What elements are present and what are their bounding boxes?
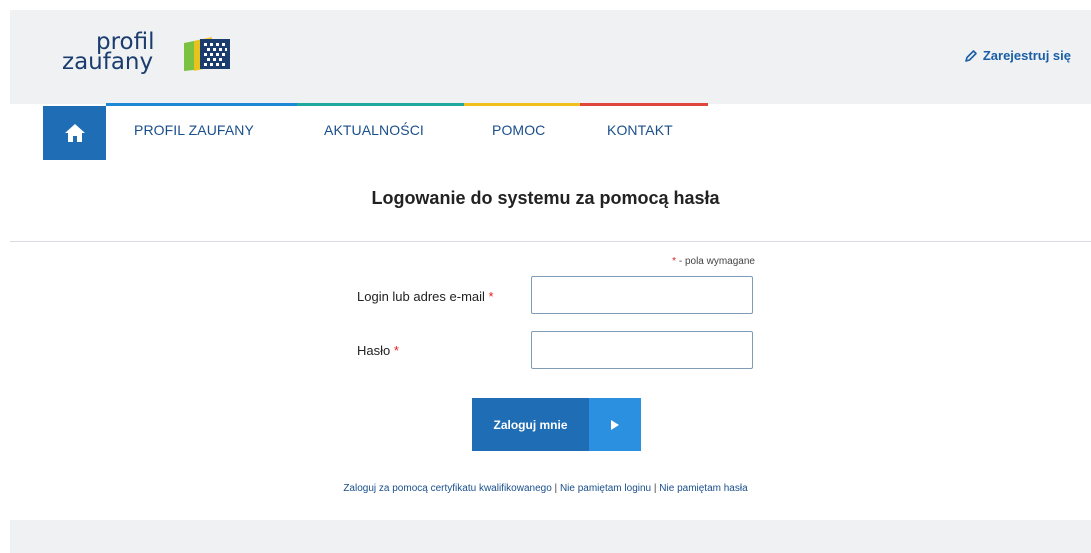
forgot-password-link[interactable]: Nie pamiętam hasła <box>659 483 747 494</box>
register-label: Zarejestruj się <box>982 48 1071 63</box>
logo-text: profil zaufany <box>62 31 155 75</box>
login-button[interactable]: Zaloguj mnie <box>472 398 641 451</box>
header: profil zaufany Zarejestruj się <box>10 10 1091 104</box>
cert-login-link[interactable]: Zaloguj za pomocą certyfikatu kwalifikow… <box>343 483 551 494</box>
nav-item-pomoc[interactable]: POMOC <box>492 122 545 138</box>
link-separator: | <box>653 483 657 494</box>
nav-colorbar-1 <box>106 103 297 106</box>
login-input[interactable] <box>531 276 753 314</box>
required-star: * <box>393 343 399 358</box>
register-link[interactable]: Zarejestruj się <box>964 48 1071 63</box>
forgot-login-link[interactable]: Nie pamiętam loginu <box>560 483 651 494</box>
login-button-label: Zaloguj mnie <box>472 398 589 451</box>
page-title: Logowanie do systemu za pomocą hasła <box>371 188 720 208</box>
home-button[interactable] <box>43 106 106 160</box>
logo[interactable]: profil zaufany <box>62 31 247 90</box>
logo-mark-icon <box>184 37 230 71</box>
link-separator: | <box>554 483 558 494</box>
login-label: Login lub adres e-mail * <box>357 289 494 304</box>
alternative-links: Zaloguj za pomocą certyfikatu kwalifikow… <box>0 483 1091 494</box>
play-arrow-icon <box>611 419 619 430</box>
nav-colorbar-3 <box>464 103 580 106</box>
nav-colorbar-4 <box>580 103 708 106</box>
password-label: Hasło * <box>357 343 399 358</box>
required-note-text: - pola wymagane <box>676 256 755 267</box>
login-button-arrow <box>589 398 641 451</box>
password-input[interactable] <box>531 331 753 369</box>
divider <box>10 241 1091 242</box>
nav-colorbar-2 <box>297 103 464 106</box>
nav-item-kontakt[interactable]: KONTAKT <box>607 122 673 138</box>
footer <box>10 520 1091 553</box>
required-star: * <box>488 289 494 304</box>
login-label-text: Login lub adres e-mail <box>357 289 485 304</box>
logo-line2: zaufany <box>62 49 154 75</box>
pencil-icon <box>965 49 977 62</box>
required-fields-note: * - pola wymagane <box>600 256 755 267</box>
nav-item-aktualnosci[interactable]: AKTUALNOŚCI <box>324 122 424 138</box>
nav-item-profil-zaufany[interactable]: PROFIL ZAUFANY <box>134 122 254 138</box>
password-label-text: Hasło <box>357 343 391 358</box>
home-icon <box>64 124 85 142</box>
